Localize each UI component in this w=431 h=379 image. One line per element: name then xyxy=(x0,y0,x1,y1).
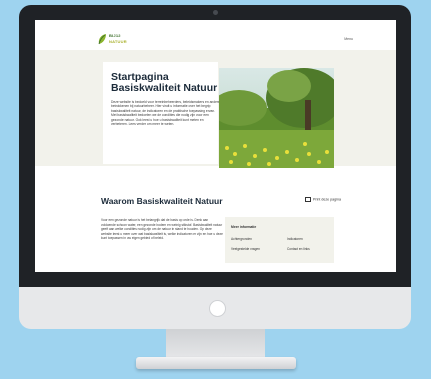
camera-dot xyxy=(213,10,218,15)
print-link[interactable]: Print deze pagina xyxy=(305,197,341,202)
logo-text-line1[interactable]: BIJ12 xyxy=(109,33,121,38)
info-link[interactable]: Contact en links xyxy=(287,247,310,251)
info-heading: Meer informatie xyxy=(231,225,257,229)
page-title: Startpagina Basiskwaliteit Natuur xyxy=(111,71,218,94)
logo-text-line2[interactable]: NATUUR xyxy=(109,39,127,44)
section-title: Waarom Basiskwaliteit Natuur xyxy=(101,196,223,206)
info-link[interactable]: Veelgestelde vragen xyxy=(231,247,260,251)
info-link[interactable]: Indicatoren xyxy=(287,237,303,241)
logo-leaf-icon[interactable] xyxy=(97,33,107,45)
screen: BIJ12 NATUUR Menu Startpagina Basiskwali… xyxy=(35,20,396,272)
monitor-stand-base xyxy=(136,357,296,369)
site-header: BIJ12 NATUUR Menu xyxy=(35,20,396,50)
monitor-stand-neck xyxy=(166,329,265,359)
nature-landscape-image xyxy=(219,68,334,168)
section-text: Voor een gezonde natuur is het belangrij… xyxy=(101,218,223,240)
page-bottom xyxy=(35,268,396,272)
info-link[interactable]: Achtergronden xyxy=(231,237,252,241)
print-label: Print deze pagina xyxy=(313,197,341,202)
printer-icon xyxy=(305,197,311,202)
power-button xyxy=(209,300,226,317)
hero-text: Deze website is bedoeld voor terreinbehe… xyxy=(111,100,220,127)
menu-link[interactable]: Menu xyxy=(344,37,353,41)
